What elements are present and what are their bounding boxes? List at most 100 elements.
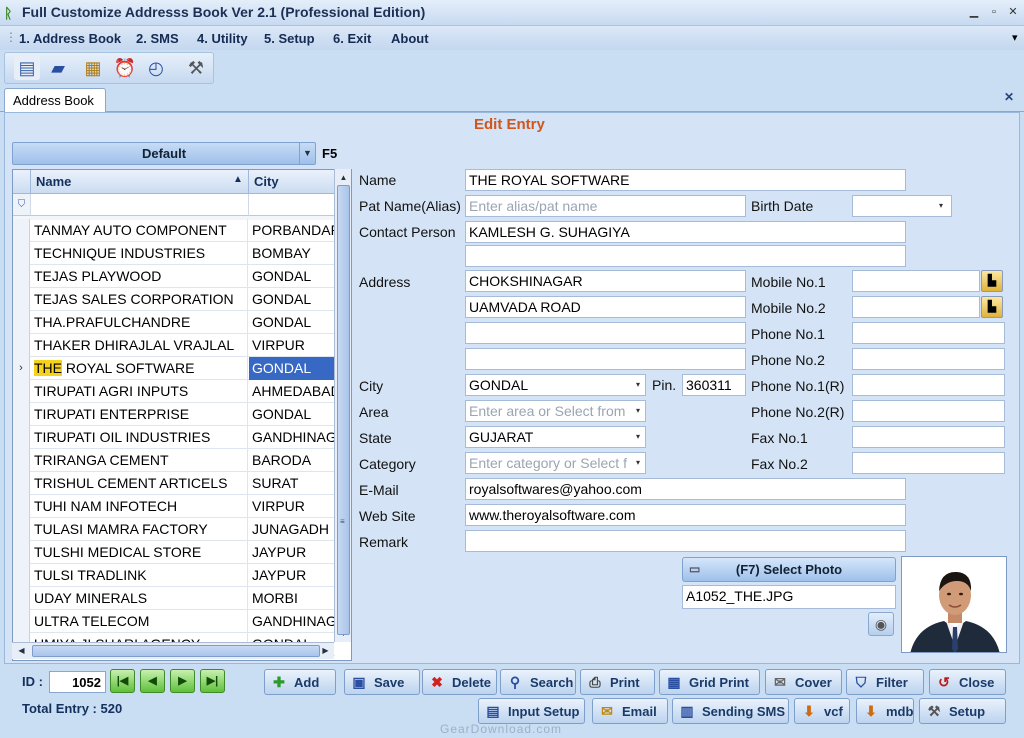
table-row[interactable]: TANMAY AUTO COMPONENT PORBANDAR bbox=[13, 219, 335, 242]
group-select[interactable]: Default bbox=[12, 142, 316, 165]
current-row-indicator[interactable]: › bbox=[13, 357, 30, 380]
menu-sms[interactable]: 2. SMS bbox=[136, 31, 179, 46]
address-line-4-field[interactable] bbox=[465, 348, 746, 370]
state-combo[interactable]: GUJARAT bbox=[465, 426, 646, 448]
cell-name[interactable]: TRIRANGA CEMENT bbox=[31, 449, 248, 472]
cell-city[interactable]: MORBI bbox=[249, 587, 335, 610]
scroll-up-icon[interactable]: ▲ bbox=[336, 170, 351, 185]
row-header[interactable] bbox=[13, 380, 30, 403]
cell-city[interactable]: JUNAGADH bbox=[249, 518, 335, 541]
close-button[interactable]: ↺ Close bbox=[929, 669, 1006, 695]
email-button[interactable]: ✉ Email bbox=[592, 698, 668, 724]
add-button[interactable]: ✚ Add bbox=[264, 669, 336, 695]
cell-city[interactable]: VIRPUR bbox=[249, 334, 335, 357]
filter-city-field[interactable] bbox=[249, 194, 335, 216]
table-row[interactable]: TULSI TRADLINK JAYPUR bbox=[13, 564, 335, 587]
setup-button[interactable]: ⚒ Setup bbox=[919, 698, 1006, 724]
row-header[interactable] bbox=[13, 403, 30, 426]
table-row[interactable]: TRIRANGA CEMENT BARODA bbox=[13, 449, 335, 472]
previous-record-button[interactable]: ◀ bbox=[140, 669, 165, 693]
tools-icon[interactable]: ⚒ bbox=[183, 56, 209, 80]
city-dropdown-icon[interactable]: ▾ bbox=[632, 375, 644, 395]
contacts-grid[interactable]: Name ▲ City ⛉ TANMAY AUTO COMPONENT PORBA… bbox=[12, 169, 352, 661]
cell-city[interactable]: JAYPUR bbox=[249, 564, 335, 587]
mobile-2-field[interactable] bbox=[852, 296, 980, 318]
cell-name[interactable]: TUHI NAM INFOTECH bbox=[31, 495, 248, 518]
briefcase-icon[interactable]: ▰ bbox=[45, 56, 71, 80]
row-header[interactable] bbox=[13, 449, 30, 472]
vertical-scroll-thumb[interactable]: ≡ bbox=[337, 185, 350, 635]
table-row[interactable]: TIRUPATI AGRI INPUTS AHMEDABAD bbox=[13, 380, 335, 403]
photo-filename-field[interactable]: A1052_THE.JPG bbox=[682, 585, 896, 609]
cell-name[interactable]: TULSHI MEDICAL STORE bbox=[31, 541, 248, 564]
menu-about[interactable]: About bbox=[391, 31, 429, 46]
sending-sms-button[interactable]: ▥ Sending SMS bbox=[672, 698, 789, 724]
table-row[interactable]: TRISHUL CEMENT ARTICELS SURAT bbox=[13, 472, 335, 495]
save-button[interactable]: ▣ Save bbox=[344, 669, 420, 695]
city-combo[interactable]: GONDAL bbox=[465, 374, 646, 396]
vcf-button[interactable]: ⬇ vcf bbox=[794, 698, 850, 724]
cell-city[interactable]: GONDAL bbox=[249, 357, 335, 380]
contact-person-2-field[interactable] bbox=[465, 245, 906, 267]
select-photo-button[interactable]: ▭ (F7) Select Photo bbox=[682, 557, 896, 582]
cell-city[interactable]: GONDAL bbox=[249, 288, 335, 311]
cell-name[interactable]: TEJAS SALES CORPORATION bbox=[31, 288, 248, 311]
filter-name-field[interactable] bbox=[31, 194, 249, 216]
phone-2-field[interactable] bbox=[852, 348, 1005, 370]
area-combo[interactable]: Enter area or Select from bbox=[465, 400, 646, 422]
row-header[interactable] bbox=[13, 288, 30, 311]
backup-icon[interactable]: ◴ bbox=[143, 56, 169, 80]
website-field[interactable]: www.theroyalsoftware.com bbox=[465, 504, 906, 526]
cell-city[interactable]: GONDAL bbox=[249, 403, 335, 426]
cell-name[interactable]: TIRUPATI OIL INDUSTRIES bbox=[31, 426, 248, 449]
cover-button[interactable]: ✉ Cover bbox=[765, 669, 842, 695]
column-header-name[interactable]: Name ▲ bbox=[31, 170, 249, 194]
table-row[interactable]: UDAY MINERALS MORBI bbox=[13, 587, 335, 610]
contact-person-field[interactable]: KAMLESH G. SUHAGIYA bbox=[465, 221, 906, 243]
name-field[interactable]: THE ROYAL SOFTWARE bbox=[465, 169, 906, 191]
print-button[interactable]: ⎙ Print bbox=[580, 669, 655, 695]
area-dropdown-icon[interactable]: ▾ bbox=[632, 401, 644, 421]
table-row[interactable]: THA.PRAFULCHANDRE GONDAL bbox=[13, 311, 335, 334]
contacts-icon[interactable]: ▤ bbox=[14, 56, 40, 80]
cell-name[interactable]: THAKER DHIRAJLAL VRAJLAL bbox=[31, 334, 248, 357]
cell-name[interactable]: UDAY MINERALS bbox=[31, 587, 248, 610]
cell-name[interactable]: TIRUPATI ENTERPRISE bbox=[31, 403, 248, 426]
table-row[interactable]: TUHI NAM INFOTECH VIRPUR bbox=[13, 495, 335, 518]
mdb-button[interactable]: ⬇ mdb bbox=[856, 698, 914, 724]
cell-city[interactable]: GANDHINAGAR bbox=[249, 610, 335, 633]
table-row[interactable]: ULTRA TELECOMGANDHINAGAR bbox=[13, 610, 335, 633]
phone-1-field[interactable] bbox=[852, 322, 1005, 344]
fax-1-field[interactable] bbox=[852, 426, 1005, 448]
cell-city[interactable]: JAYPUR bbox=[249, 541, 335, 564]
menu-address-book[interactable]: 1. Address Book bbox=[19, 31, 121, 46]
address-line-2-field[interactable]: UAMVADA ROAD bbox=[465, 296, 746, 318]
table-row[interactable]: TULASI MAMRA FACTORY JUNAGADH bbox=[13, 518, 335, 541]
delete-button[interactable]: ✖ Delete bbox=[422, 669, 497, 695]
cell-city[interactable]: BARODA bbox=[249, 449, 335, 472]
tab-address-book[interactable]: Address Book bbox=[4, 88, 106, 112]
cell-city[interactable]: AHMEDABAD bbox=[249, 380, 335, 403]
filter-button[interactable]: ⛉ Filter bbox=[846, 669, 924, 695]
cell-name[interactable]: TECHNIQUE INDUSTRIES bbox=[31, 242, 248, 265]
phone-1r-field[interactable] bbox=[852, 374, 1005, 396]
row-header[interactable] bbox=[13, 610, 30, 633]
fax-2-field[interactable] bbox=[852, 452, 1005, 474]
row-header[interactable] bbox=[13, 564, 30, 587]
pin-field[interactable]: 360311 bbox=[682, 374, 746, 396]
tab-close-icon[interactable]: ✕ bbox=[1004, 90, 1014, 104]
column-header-city[interactable]: City bbox=[249, 170, 335, 194]
row-header[interactable] bbox=[13, 587, 30, 610]
record-id-field[interactable]: 1052 bbox=[49, 671, 106, 693]
table-row[interactable]: THAKER DHIRAJLAL VRAJLAL VIRPUR bbox=[13, 334, 335, 357]
table-row[interactable]: TIRUPATI ENTERPRISE GONDAL bbox=[13, 403, 335, 426]
horizontal-scroll-thumb[interactable] bbox=[32, 645, 320, 657]
cell-city[interactable]: PORBANDAR bbox=[249, 219, 335, 242]
filter-icon[interactable]: ⛉ bbox=[13, 194, 31, 216]
cell-city[interactable]: GANDHINAGAR bbox=[249, 426, 335, 449]
scroll-left-icon[interactable]: ◀ bbox=[14, 643, 29, 658]
row-header[interactable] bbox=[13, 495, 30, 518]
table-row[interactable]: TULSHI MEDICAL STORE JAYPUR bbox=[13, 541, 335, 564]
menu-exit[interactable]: 6. Exit bbox=[333, 31, 371, 46]
minimize-button[interactable]: ▁ bbox=[966, 4, 982, 20]
